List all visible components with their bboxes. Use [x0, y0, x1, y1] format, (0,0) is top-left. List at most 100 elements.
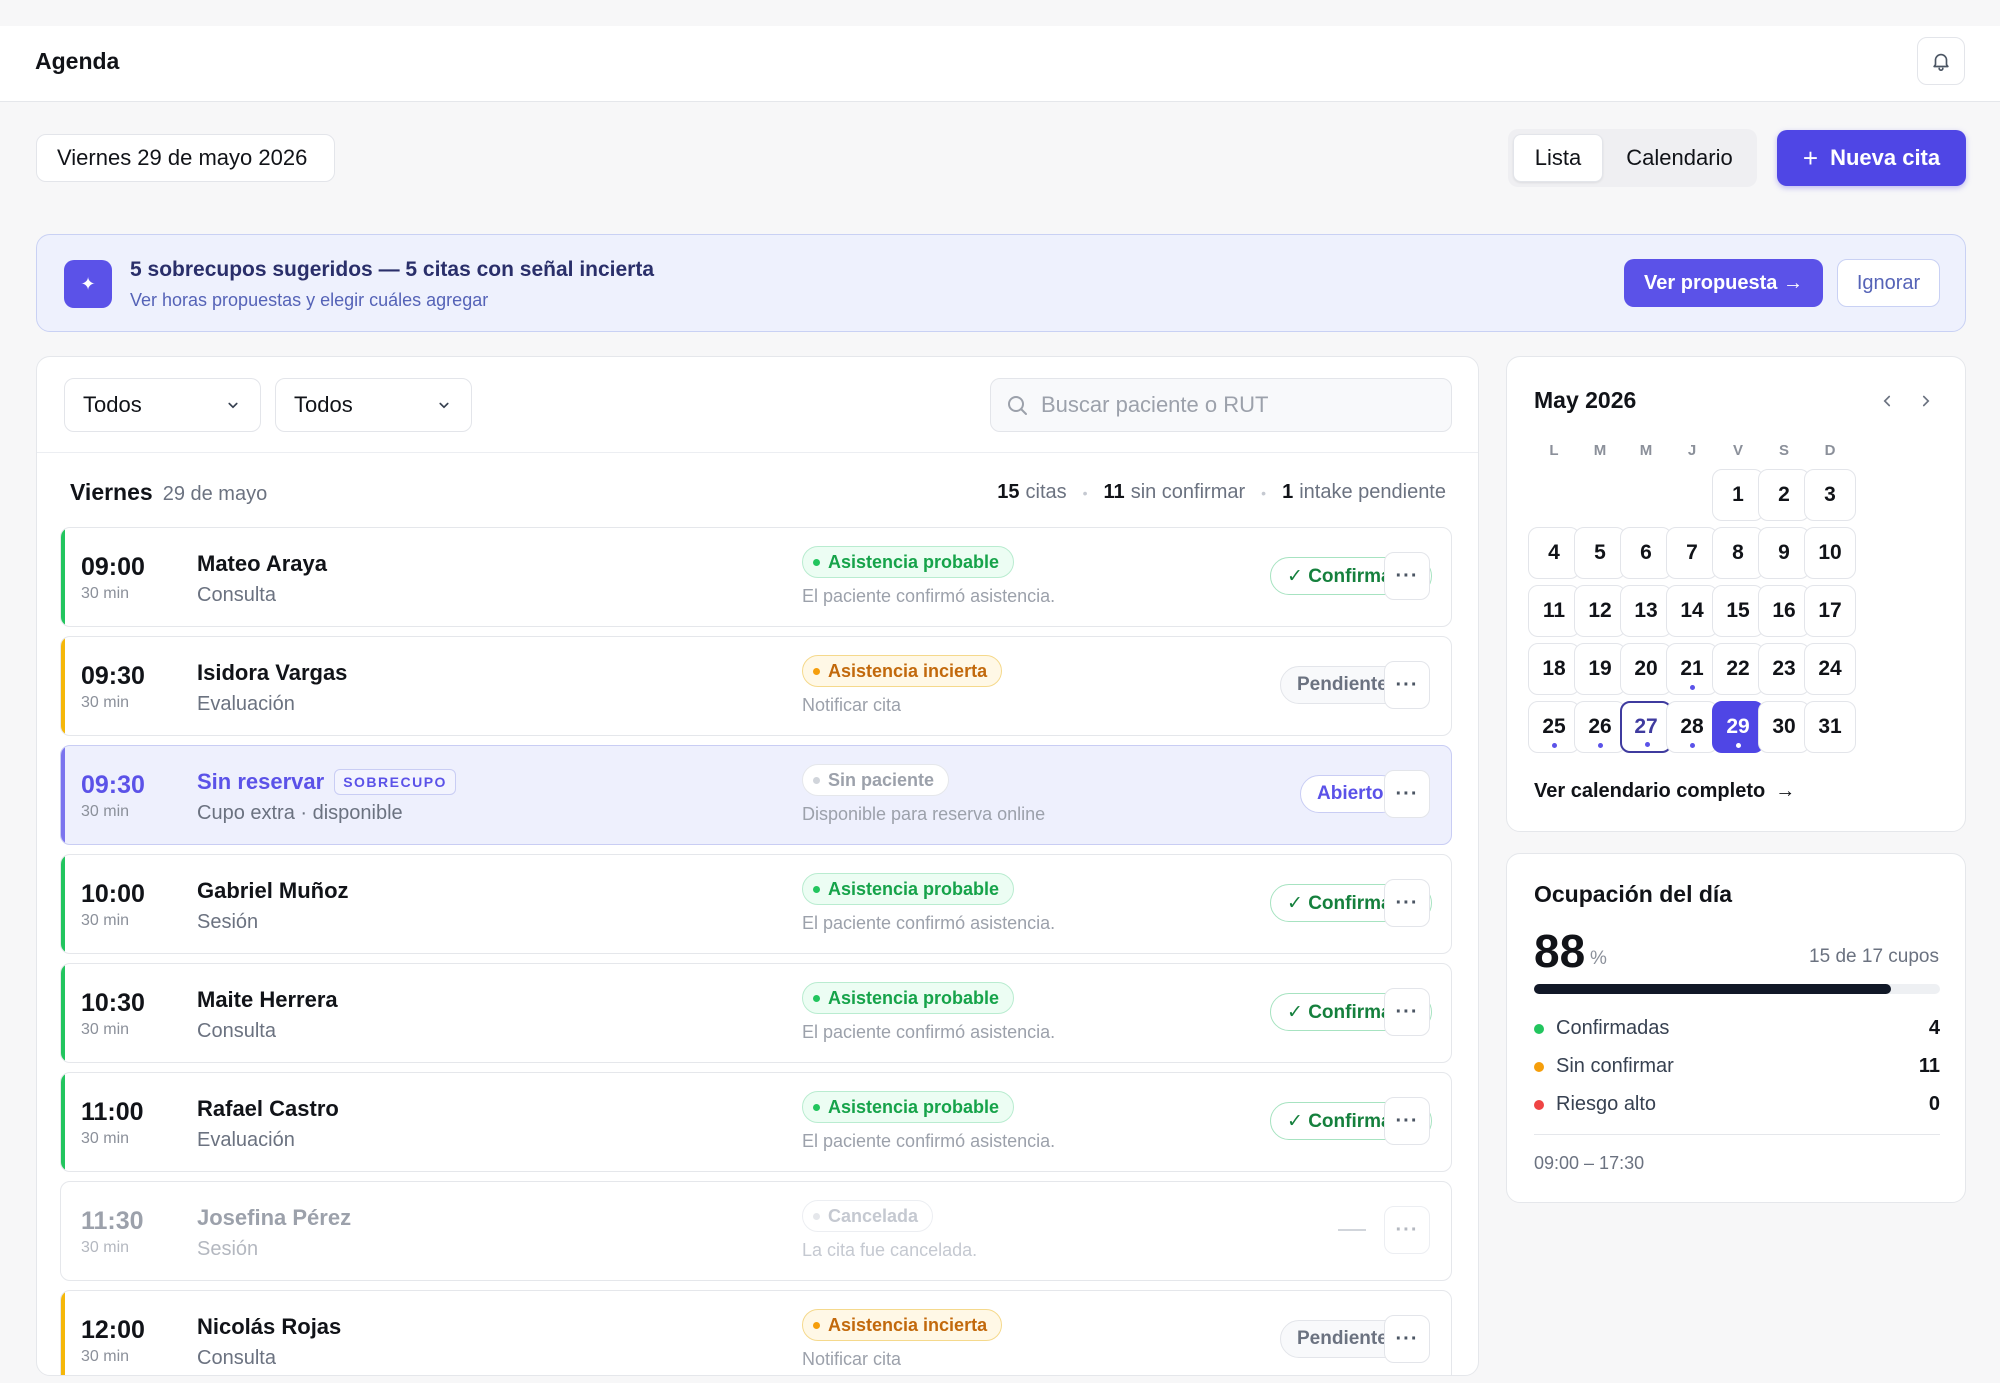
filter-select-2[interactable]: Todos — [275, 378, 472, 432]
calendar-day[interactable]: 31 — [1804, 701, 1856, 753]
status-stripe — [61, 1291, 65, 1375]
attendance-signal-badge: Asistencia incierta — [802, 655, 1003, 687]
notifications-button[interactable] — [1917, 37, 1965, 85]
appointment-row[interactable]: 11:00 30 min Rafael Castro Evaluación As… — [60, 1072, 1452, 1172]
patient-name: Josefina Pérez — [197, 1205, 352, 1230]
mini-calendar: May 2026 L M M J V S D 1 2 3 4 5 6 7 8 9 10 11 12 13 14 15 16 1… — [1506, 356, 1966, 832]
occupancy-unconfirmed: Sin confirmar 11 — [1534, 1055, 1940, 1078]
occupancy-percent-unit: % — [1590, 948, 1607, 969]
breakdown-label: Riesgo alto — [1556, 1093, 1657, 1115]
calendar-day[interactable]: 9 — [1758, 527, 1810, 579]
day-heading: Viernes 29 de mayo — [70, 479, 267, 506]
tab-lista[interactable]: Lista — [1513, 134, 1603, 182]
appointment-duration: 30 min — [81, 1130, 130, 1147]
more-options-button[interactable]: ··· — [1384, 661, 1430, 709]
filter-select-2-value: Todos — [294, 392, 353, 417]
calendar-day[interactable]: 13 — [1620, 585, 1672, 637]
full-calendar-label: Ver calendario completo — [1534, 780, 1766, 802]
calendar-day[interactable]: 12 — [1574, 585, 1626, 637]
calendar-day[interactable]: 6 — [1620, 527, 1672, 579]
calendar-day[interactable]: 24 — [1804, 643, 1856, 695]
calendar-day[interactable]: 26 — [1574, 701, 1626, 753]
patient-name: Sin reservar SOBRECUPO — [197, 769, 456, 795]
signal-note: El paciente confirmó asistencia. — [802, 1131, 1056, 1151]
calendar-day[interactable]: 4 — [1528, 527, 1580, 579]
appointment-time: 12:00 — [81, 1316, 145, 1344]
plus-icon: + — [1802, 142, 1819, 173]
calendar-day[interactable]: 21 — [1666, 643, 1718, 695]
ignore-button[interactable]: Ignorar — [1837, 259, 1940, 307]
new-appointment-button[interactable]: + Nueva cita — [1777, 130, 1966, 186]
appointment-row[interactable]: 10:00 30 min Gabriel Muñoz Sesión Asiste… — [60, 854, 1452, 954]
calendar-day[interactable]: 7 — [1666, 527, 1718, 579]
appointment-row[interactable]: 09:00 30 min Mateo Araya Consulta Asiste… — [60, 527, 1452, 627]
calendar-day[interactable]: 17 — [1804, 585, 1856, 637]
patient-name: Gabriel Muñoz — [197, 878, 349, 903]
weekday-header: V — [1732, 442, 1743, 459]
calendar-day[interactable]: 29 — [1712, 701, 1764, 753]
appointment-duration: 30 min — [81, 1348, 130, 1365]
appointment-row[interactable]: 09:30 30 min Isidora Vargas Evaluación A… — [60, 636, 1452, 736]
calendar-day[interactable]: 16 — [1758, 585, 1810, 637]
status-stripe — [61, 528, 65, 626]
stat-intake: 1 intake pendiente — [1282, 481, 1446, 503]
date-selector[interactable]: Viernes 29 de mayo 2026 — [36, 134, 335, 182]
more-options-button[interactable]: ··· — [1384, 988, 1430, 1036]
full-calendar-link[interactable]: Ver calendario completo → — [1534, 780, 1795, 803]
stat-separator: • — [1082, 484, 1088, 501]
search-input[interactable] — [1041, 389, 1431, 421]
occupancy-high-risk: Riesgo alto 0 — [1534, 1093, 1940, 1116]
calendar-day[interactable]: 19 — [1574, 643, 1626, 695]
more-options-button[interactable]: ··· — [1384, 1315, 1430, 1363]
calendar-day[interactable]: 22 — [1712, 643, 1764, 695]
occupancy-card: Ocupación del día 88 % 15 de 17 cupos Co… — [1506, 853, 1966, 1203]
calendar-day[interactable]: 8 — [1712, 527, 1764, 579]
more-options-button[interactable]: ··· — [1384, 770, 1430, 818]
appointment-row[interactable]: 11:30 30 min Josefina Pérez Sesión Cance… — [60, 1181, 1452, 1281]
calendar-day[interactable]: 15 — [1712, 585, 1764, 637]
breakdown-value: 11 — [1918, 1055, 1940, 1077]
ellipsis-icon: ··· — [1395, 673, 1419, 696]
signal-note: El paciente confirmó asistencia. — [802, 913, 1056, 933]
calendar-day[interactable]: 30 — [1758, 701, 1810, 753]
stat-appointments: 15 citas — [997, 481, 1067, 503]
calendar-day[interactable]: 23 — [1758, 643, 1810, 695]
calendar-day[interactable]: 18 — [1528, 643, 1580, 695]
status-dot — [1534, 1099, 1544, 1110]
signal-note: La cita fue cancelada. — [802, 1240, 978, 1260]
calendar-day[interactable]: 1 — [1712, 469, 1764, 521]
appointment-duration: 30 min — [81, 803, 130, 820]
status-stripe — [61, 855, 65, 953]
breakdown-value: 4 — [1928, 1017, 1940, 1039]
more-options-button[interactable]: ··· — [1384, 879, 1430, 927]
view-proposal-button[interactable]: Ver propuesta → — [1624, 259, 1823, 307]
more-options-button[interactable]: ··· — [1384, 1097, 1430, 1145]
calendar-day[interactable]: 25 — [1528, 701, 1580, 753]
tab-calendario[interactable]: Calendario — [1607, 134, 1752, 182]
appointment-row[interactable]: 12:00 30 min Nicolás Rojas Consulta Asis… — [60, 1290, 1452, 1375]
event-dot — [1690, 743, 1695, 748]
next-month-button[interactable] — [1912, 387, 1940, 415]
appointment-duration: 30 min — [81, 1021, 130, 1038]
more-options-button[interactable]: ··· — [1384, 1206, 1430, 1254]
calendar-day[interactable]: 11 — [1528, 585, 1580, 637]
filter-select-1[interactable]: Todos — [64, 378, 261, 432]
calendar-day[interactable]: 5 — [1574, 527, 1626, 579]
top-bar: Agenda — [0, 26, 2000, 102]
stat-separator: • — [1261, 484, 1267, 501]
banner-title: 5 sobrecupos sugeridos — 5 citas con señ… — [130, 258, 655, 281]
calendar-day[interactable]: 27 — [1620, 701, 1672, 753]
calendar-day[interactable]: 20 — [1620, 643, 1672, 695]
appointment-duration: 30 min — [81, 1239, 130, 1256]
overbooking-slot-row[interactable]: 09:30 30 min Sin reservar SOBRECUPO Cupo … — [60, 745, 1452, 845]
more-options-button[interactable]: ··· — [1384, 552, 1430, 600]
calendar-day[interactable]: 28 — [1666, 701, 1718, 753]
calendar-day[interactable]: 3 — [1804, 469, 1856, 521]
signal-note: Notificar cita — [802, 695, 902, 715]
calendar-day[interactable]: 10 — [1804, 527, 1856, 579]
appointment-duration: 30 min — [81, 694, 130, 711]
calendar-day[interactable]: 2 — [1758, 469, 1810, 521]
prev-month-button[interactable] — [1873, 387, 1901, 415]
appointment-row[interactable]: 10:30 30 min Maite Herrera Consulta Asis… — [60, 963, 1452, 1063]
calendar-day[interactable]: 14 — [1666, 585, 1718, 637]
